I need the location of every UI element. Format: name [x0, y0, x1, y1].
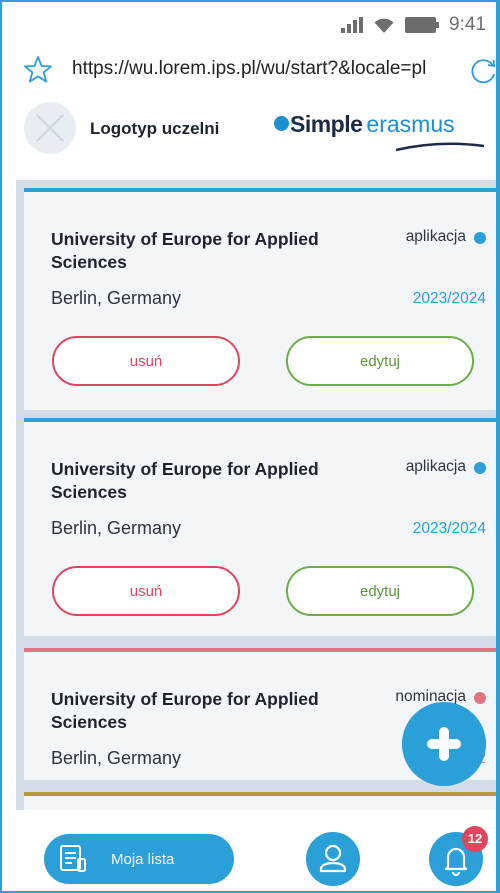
brand-erasmus: erasmus [366, 111, 455, 137]
card-university-name: University of Europe for Applied Science… [51, 459, 319, 502]
profile-button[interactable] [306, 832, 360, 886]
card-academic-year: 2023/2024 [412, 520, 486, 537]
status-dot-icon [474, 692, 486, 704]
battery-icon [405, 17, 440, 33]
brand-dot [274, 116, 289, 131]
card-city: Berlin, Germany [51, 288, 182, 308]
bookmark-star-icon[interactable] [22, 54, 54, 86]
user-icon [319, 844, 347, 873]
reload-icon[interactable] [466, 54, 500, 88]
card-status: aplikacja [405, 228, 466, 245]
edit-button[interactable]: edytuj [286, 336, 474, 386]
app-header: Logotyp uczelni Simple erasmus [2, 98, 496, 162]
edit-button[interactable]: edytuj [286, 566, 474, 616]
logo-label: Logotyp uczelni [90, 119, 220, 138]
status-dot-icon [474, 232, 486, 244]
url-text[interactable]: https://wu.lorem.ips.pl/wu/start?&locale… [72, 58, 426, 80]
my-list-label: Moja lista [111, 851, 175, 868]
mobility-card-partial [24, 792, 496, 810]
status-dot-icon [474, 462, 486, 474]
delete-button[interactable]: usuń [52, 566, 240, 616]
notification-count-badge: 12 [462, 826, 488, 852]
add-button[interactable] [402, 702, 486, 786]
wifi-icon [374, 18, 394, 33]
my-list-button[interactable]: Moja lista [44, 834, 234, 884]
document-list-icon [60, 845, 86, 872]
mobility-card: University of Europe for Applied Science… [24, 188, 496, 410]
signal-icon [341, 17, 364, 33]
bottom-navigation: Moja lista 12 [2, 814, 496, 891]
university-logo-placeholder [24, 102, 76, 154]
card-university-name: University of Europe for Applied Science… [51, 229, 319, 272]
card-city: Berlin, Germany [51, 748, 182, 768]
status-time: 9:41 [449, 14, 486, 35]
brand-simple: Simple [290, 111, 363, 137]
mobility-card: University of Europe for Applied Science… [24, 418, 496, 636]
browser-url-bar: https://wu.lorem.ips.pl/wu/start?&locale… [2, 48, 496, 92]
delete-button[interactable]: usuń [52, 336, 240, 386]
brand-swoosh [395, 142, 485, 152]
card-university-name: University of Europe for Applied Science… [51, 689, 319, 732]
card-academic-year: 2023/2024 [412, 290, 486, 307]
card-status: aplikacja [405, 458, 466, 475]
brand-logo: Simple erasmus [274, 111, 455, 138]
app-frame: 9:41 https://wu.lorem.ips.pl/wu/start?&l… [0, 0, 500, 893]
card-city: Berlin, Germany [51, 518, 182, 538]
status-bar: 9:41 [2, 2, 496, 48]
